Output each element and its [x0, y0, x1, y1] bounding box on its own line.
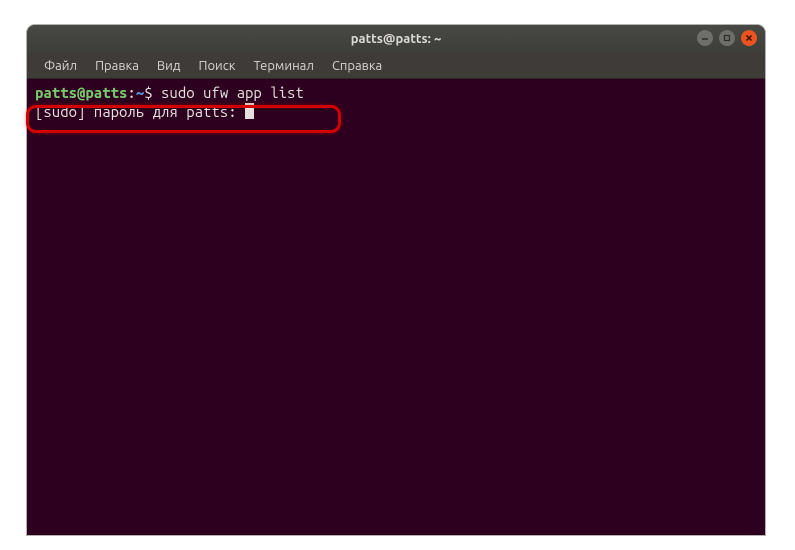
prompt-symbol: $: [144, 84, 152, 101]
command-text: sudo ufw app list: [161, 84, 304, 101]
maximize-button[interactable]: [719, 30, 735, 46]
maximize-icon: [723, 34, 731, 42]
sudo-line: [sudo] пароль для patts:: [35, 102, 757, 121]
prompt-user-host: patts@patts: [35, 84, 127, 101]
prompt-line: patts@patts:~$ sudo ufw app list: [35, 83, 757, 102]
menubar: Файл Правка Вид Поиск Терминал Справка: [27, 53, 765, 79]
menu-edit[interactable]: Правка: [86, 55, 148, 77]
cursor: [245, 103, 254, 119]
window-controls: [697, 30, 757, 46]
minimize-icon: [701, 34, 709, 42]
menu-search[interactable]: Поиск: [189, 55, 244, 77]
prompt-path: ~: [136, 84, 144, 101]
terminal-window: patts@patts: ~ Файл Правка Вид Поиск Тер…: [27, 25, 765, 535]
window-title: patts@patts: ~: [351, 32, 442, 46]
menu-file[interactable]: Файл: [35, 55, 86, 77]
close-icon: [745, 34, 753, 42]
sudo-prompt: [sudo] пароль для patts:: [35, 103, 245, 120]
minimize-button[interactable]: [697, 30, 713, 46]
titlebar: patts@patts: ~: [27, 25, 765, 53]
menu-view[interactable]: Вид: [148, 55, 190, 77]
menu-terminal[interactable]: Терминал: [244, 55, 322, 77]
prompt-separator: :: [127, 84, 135, 101]
close-button[interactable]: [741, 30, 757, 46]
terminal-body[interactable]: patts@patts:~$ sudo ufw app list [sudo] …: [27, 79, 765, 535]
menu-help[interactable]: Справка: [323, 55, 391, 77]
